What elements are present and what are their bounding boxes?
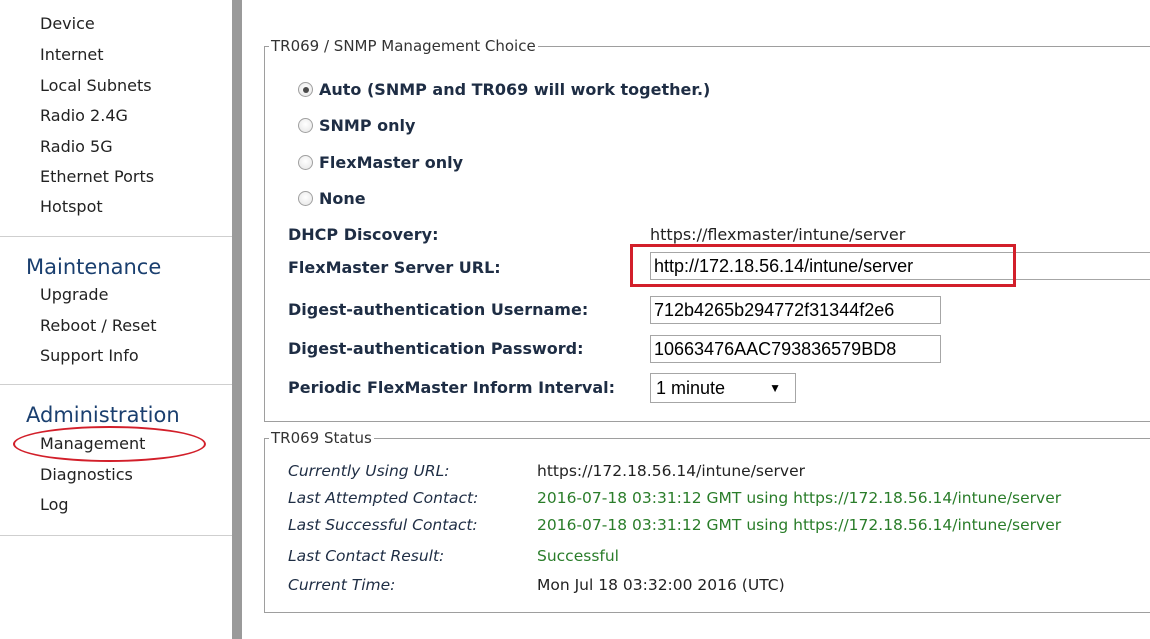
sidebar-divider xyxy=(0,236,232,237)
password-label: Digest-authentication Password: xyxy=(288,339,584,358)
radio-snmp-only-label: SNMP only xyxy=(319,116,416,135)
radio-snmp-only[interactable]: SNMP only xyxy=(298,116,415,135)
radio-flexmaster-only[interactable]: FlexMaster only xyxy=(298,153,463,172)
sidebar-divider xyxy=(0,384,232,385)
sidebar-nav: Device Internet Local Subnets Radio 2.4G… xyxy=(0,0,232,639)
dhcp-discovery-label: DHCP Discovery: xyxy=(288,225,439,244)
radio-auto-label: Auto (SNMP and TR069 will work together.… xyxy=(319,80,711,99)
sidebar-item-log[interactable]: Log xyxy=(40,495,69,515)
management-choice-legend: TR069 / SNMP Management Choice xyxy=(269,37,538,55)
sidebar-item-support-info[interactable]: Support Info xyxy=(40,346,139,366)
sidebar-item-upgrade[interactable]: Upgrade xyxy=(40,285,108,305)
radio-flexmaster-only-button[interactable] xyxy=(298,155,313,170)
interval-label: Periodic FlexMaster Inform Interval: xyxy=(288,378,615,397)
section-title-maintenance: Maintenance xyxy=(26,255,162,279)
username-label: Digest-authentication Username: xyxy=(288,300,589,319)
status-value-current-time: Mon Jul 18 03:32:00 2016 (UTC) xyxy=(537,576,785,594)
status-value-current-url: https://172.18.56.14/intune/server xyxy=(537,462,805,480)
radio-none[interactable]: None xyxy=(298,189,366,208)
chevron-down-icon: ▼ xyxy=(769,381,781,395)
sidebar-item-internet[interactable]: Internet xyxy=(40,45,104,65)
status-label-last-attempted: Last Attempted Contact: xyxy=(288,489,479,507)
management-highlight-ellipse xyxy=(13,426,206,462)
server-url-highlight-box xyxy=(630,244,1016,287)
status-value-last-successful: 2016-07-18 03:31:12 GMT using https://17… xyxy=(537,516,1062,534)
radio-auto-button[interactable] xyxy=(298,82,313,97)
status-label-current-time: Current Time: xyxy=(288,576,396,594)
username-input[interactable]: 712b4265b294772f31344f2e6 xyxy=(650,296,941,324)
status-value-last-attempted: 2016-07-18 03:31:12 GMT using https://17… xyxy=(537,489,1062,507)
sidebar-separator-bar xyxy=(232,0,242,639)
interval-select[interactable]: 1 minute ▼ xyxy=(650,373,796,403)
status-label-last-result: Last Contact Result: xyxy=(288,547,445,565)
status-legend: TR069 Status xyxy=(269,429,374,447)
sidebar-item-radio-24g[interactable]: Radio 2.4G xyxy=(40,106,128,126)
sidebar-divider xyxy=(0,535,232,536)
status-value-last-result: Successful xyxy=(537,547,619,565)
sidebar-item-device[interactable]: Device xyxy=(40,14,95,34)
sidebar-item-ethernet-ports[interactable]: Ethernet Ports xyxy=(40,167,154,187)
radio-none-button[interactable] xyxy=(298,191,313,206)
radio-auto[interactable]: Auto (SNMP and TR069 will work together.… xyxy=(298,80,710,99)
sidebar-item-hotspot[interactable]: Hotspot xyxy=(40,197,103,217)
sidebar-item-radio-5g[interactable]: Radio 5G xyxy=(40,137,113,157)
radio-none-label: None xyxy=(319,189,366,208)
sidebar-item-reboot-reset[interactable]: Reboot / Reset xyxy=(40,316,157,336)
server-url-label: FlexMaster Server URL: xyxy=(288,258,501,277)
page: Device Internet Local Subnets Radio 2.4G… xyxy=(0,0,1150,639)
password-input[interactable]: 10663476AAC793836579BD8 xyxy=(650,335,941,363)
status-label-last-successful: Last Successful Contact: xyxy=(288,516,478,534)
interval-select-value: 1 minute xyxy=(656,377,726,398)
section-title-administration: Administration xyxy=(26,403,180,427)
dhcp-discovery-value: https://flexmaster/intune/server xyxy=(650,225,906,244)
radio-snmp-only-button[interactable] xyxy=(298,118,313,133)
status-label-current-url: Currently Using URL: xyxy=(288,462,450,480)
sidebar-item-diagnostics[interactable]: Diagnostics xyxy=(40,465,133,485)
radio-flexmaster-only-label: FlexMaster only xyxy=(319,153,464,172)
sidebar-item-local-subnets[interactable]: Local Subnets xyxy=(40,76,152,96)
